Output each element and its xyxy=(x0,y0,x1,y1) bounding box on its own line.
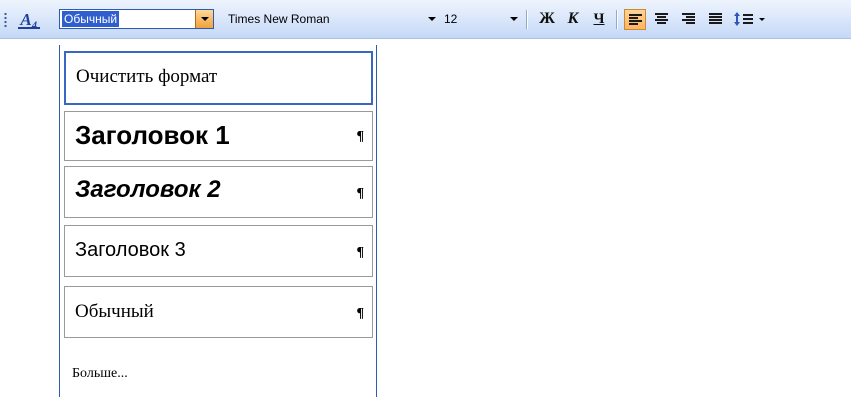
font-combo[interactable]: Times New Roman xyxy=(224,9,440,29)
align-center-button[interactable] xyxy=(651,9,673,30)
styles-and-formatting-icon[interactable]: A₄ xyxy=(14,10,44,30)
line-spacing-lines-icon xyxy=(743,13,753,25)
italic-button[interactable]: К xyxy=(562,9,584,30)
justify-button[interactable] xyxy=(705,9,727,30)
formatting-toolbar: A₄ Обычный Times New Roman 12 Ж К Ч xyxy=(0,0,851,39)
line-spacing-icon-stem xyxy=(736,15,738,23)
align-right-icon xyxy=(682,13,695,25)
paragraph-style-icon: ¶ xyxy=(356,245,364,260)
style-dropdown-button[interactable] xyxy=(195,10,213,28)
style-dropdown-menu: Очистить формат Заголовок 1 ¶ Заголовок … xyxy=(59,45,377,397)
more-styles-link[interactable]: Больше... xyxy=(72,366,128,382)
font-size-combo[interactable]: 12 xyxy=(440,9,522,29)
chevron-down-icon xyxy=(428,17,436,21)
paragraph-style-icon: ¶ xyxy=(356,306,364,321)
style-combo-value[interactable]: Обычный xyxy=(62,11,120,27)
align-left-button[interactable] xyxy=(624,9,646,30)
menu-item-heading-3[interactable]: Заголовок 3 ¶ xyxy=(64,225,373,277)
chevron-down-icon xyxy=(510,17,518,21)
toolbar-grip[interactable] xyxy=(4,12,7,28)
align-center-icon xyxy=(655,13,668,25)
paragraph-style-icon: ¶ xyxy=(356,129,364,144)
menu-item-label: Заголовок 2 xyxy=(75,176,221,203)
chevron-down-icon xyxy=(201,17,209,21)
menu-item-label: Обычный xyxy=(75,301,154,322)
font-size-dropdown-button[interactable] xyxy=(505,10,519,28)
align-left-icon xyxy=(629,14,642,26)
menu-item-normal[interactable]: Обычный ¶ xyxy=(64,286,373,338)
menu-item-heading-1[interactable]: Заголовок 1 ¶ xyxy=(64,111,373,161)
bold-button[interactable]: Ж xyxy=(536,9,558,30)
menu-item-label: Очистить формат xyxy=(76,66,218,87)
font-combo-value[interactable]: Times New Roman xyxy=(228,11,330,27)
toolbar-separator xyxy=(526,10,527,29)
justify-icon xyxy=(709,13,722,25)
menu-item-heading-2[interactable]: Заголовок 2 ¶ xyxy=(64,166,373,218)
menu-item-label: Заголовок 1 xyxy=(75,120,230,150)
chevron-down-icon[interactable] xyxy=(759,18,765,21)
menu-item-clear-formatting[interactable]: Очистить формат xyxy=(64,51,373,105)
menu-item-label: Заголовок 3 xyxy=(75,239,186,261)
line-spacing-button[interactable] xyxy=(731,9,767,30)
style-combo[interactable]: Обычный xyxy=(59,9,214,29)
font-dropdown-button[interactable] xyxy=(423,10,437,28)
align-right-button[interactable] xyxy=(678,9,700,30)
toolbar-separator xyxy=(616,10,617,29)
paragraph-style-icon: ¶ xyxy=(356,186,364,201)
font-size-value[interactable]: 12 xyxy=(444,11,457,27)
underline-button[interactable]: Ч xyxy=(588,9,610,30)
